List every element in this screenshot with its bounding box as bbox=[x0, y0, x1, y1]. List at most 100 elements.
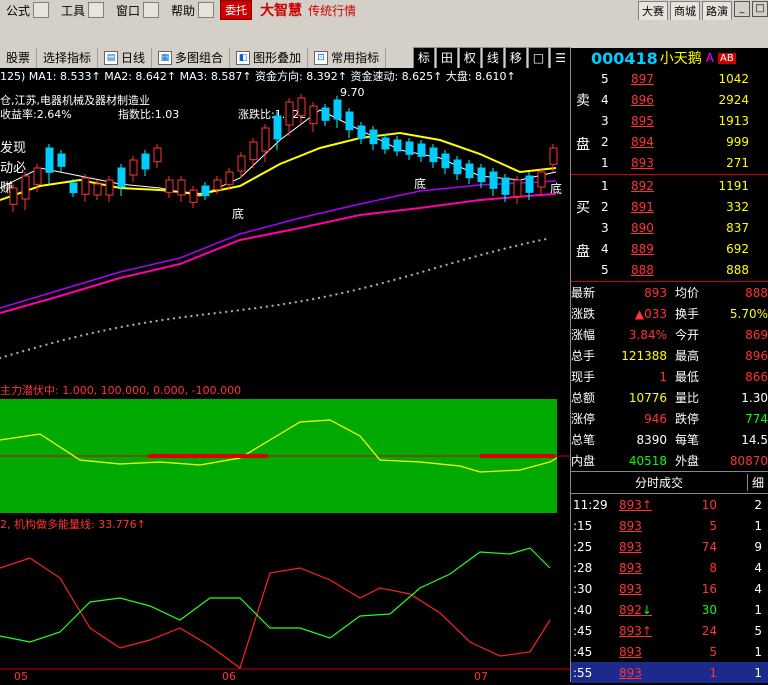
level: 5 bbox=[601, 262, 609, 277]
menu-window[interactable]: 窗口 bbox=[110, 0, 165, 20]
trade-qty: 10 bbox=[701, 497, 717, 512]
buy-row[interactable]: 4 889 692 bbox=[601, 238, 768, 259]
stat-value: 1 bbox=[659, 369, 667, 384]
trade-row[interactable]: :40 892↓ 30 1 bbox=[571, 599, 768, 620]
mall-button[interactable]: 商城 bbox=[670, 1, 700, 21]
buy-row[interactable]: 1 892 1191 bbox=[601, 175, 768, 196]
stat-value: 5.70% bbox=[729, 306, 768, 321]
trade-count: 4 bbox=[754, 560, 762, 575]
sell-row[interactable]: 4 896 2924 bbox=[601, 89, 768, 110]
tb-label: 田 bbox=[440, 51, 453, 65]
trend-dot bbox=[51, 341, 54, 345]
buy-row[interactable]: 2 891 332 bbox=[601, 196, 768, 217]
icon-strip-graphics bbox=[2, 23, 766, 45]
trend-dot bbox=[68, 337, 71, 340]
trend-dot bbox=[428, 268, 431, 272]
candle-body bbox=[513, 179, 522, 197]
stat-key: 涨跌 bbox=[571, 307, 596, 321]
trade-row[interactable]: :45 893↑ 24 5 bbox=[571, 620, 768, 641]
tb-move[interactable]: 移 bbox=[504, 47, 527, 69]
sell-row[interactable]: 3 895 1913 bbox=[601, 110, 768, 131]
trade-row[interactable]: :55 893 1 1 bbox=[571, 662, 768, 683]
trade-count: 1 bbox=[754, 644, 762, 659]
stat-key: 每笔 bbox=[675, 433, 700, 447]
trade-time: 11:29 bbox=[573, 497, 608, 512]
tb-rights[interactable]: 权 bbox=[458, 47, 481, 69]
tb-grid[interactable]: 田 bbox=[435, 47, 458, 69]
tb-mark[interactable]: 标 bbox=[412, 47, 435, 69]
stat-row: 涨停 946 跌停 774 bbox=[571, 408, 768, 429]
tb-line[interactable]: 线 bbox=[481, 47, 504, 69]
trend-dot bbox=[33, 346, 36, 350]
tb-box[interactable]: □ bbox=[527, 47, 550, 69]
kline-chart[interactable]: 125) MA1: 8.533↑ MA2: 8.642↑ MA3: 8.587↑… bbox=[0, 68, 570, 683]
tb-stock[interactable]: 股票 bbox=[0, 48, 38, 68]
trend-dot bbox=[201, 313, 205, 316]
sell-row[interactable]: 2 894 999 bbox=[601, 131, 768, 152]
candle-body bbox=[21, 175, 30, 200]
price: 891 bbox=[631, 199, 654, 214]
buy-row[interactable]: 5 888 888 bbox=[601, 259, 768, 280]
trend-dot bbox=[277, 303, 280, 307]
trade-count: 2 bbox=[754, 497, 762, 512]
trades-detail-tab[interactable]: 细 bbox=[747, 474, 768, 491]
menu-icon bbox=[198, 2, 215, 18]
menu-help[interactable]: 帮助 bbox=[165, 0, 220, 20]
stat-key: 总手 bbox=[571, 349, 596, 363]
stat-key: 量比 bbox=[675, 391, 700, 405]
trend-dot bbox=[393, 278, 396, 282]
stat-key: 涨幅 bbox=[571, 328, 596, 342]
tb-menu[interactable]: ☰ bbox=[550, 47, 571, 69]
commission-button[interactable]: 委托 bbox=[220, 0, 253, 20]
trend-dot bbox=[236, 309, 239, 312]
tb-overlay[interactable]: ◧ 图形叠加 bbox=[230, 48, 309, 68]
trade-row[interactable]: :15 893 5 1 bbox=[571, 515, 768, 536]
chart-panel[interactable]: 125) MA1: 8.533↑ MA2: 8.642↑ MA3: 8.587↑… bbox=[0, 68, 571, 683]
indicator2-green bbox=[0, 547, 551, 643]
stat-key: 外盘 bbox=[675, 454, 700, 468]
trend-dot bbox=[56, 340, 60, 343]
tb-daily[interactable]: ▤ 日线 bbox=[98, 48, 153, 68]
trend-dot bbox=[91, 331, 95, 335]
trade-row[interactable]: 11:29 893↑ 10 2 bbox=[571, 494, 768, 515]
tb-label: 移 bbox=[509, 51, 522, 65]
trade-row[interactable]: :25 893 74 9 bbox=[571, 536, 768, 557]
trend-dot bbox=[457, 260, 460, 263]
trade-row[interactable]: :45 893 5 1 bbox=[571, 641, 768, 662]
trend-dot bbox=[410, 273, 413, 277]
grid-icon: ▦ bbox=[158, 51, 173, 65]
price: 893 bbox=[631, 155, 654, 170]
trade-qty: 74 bbox=[701, 539, 717, 554]
trend-dot bbox=[22, 350, 25, 353]
trend-dot bbox=[352, 289, 355, 292]
trade-row[interactable]: :30 893 16 4 bbox=[571, 578, 768, 599]
calendar-icon: ▤ bbox=[104, 51, 119, 65]
candle-body bbox=[237, 155, 246, 172]
trend-dot bbox=[486, 252, 489, 255]
trend-dot bbox=[283, 302, 286, 306]
restore-icon[interactable]: □ bbox=[752, 1, 768, 17]
trades-list: 11:29 893↑ 10 2:15 893 5 1:25 893 74 9:2… bbox=[571, 494, 768, 683]
sell-row[interactable]: 5 897 1042 bbox=[601, 68, 768, 89]
tb-select-indicator[interactable]: 选择指标 bbox=[37, 48, 99, 68]
tb-multi-chart[interactable]: ▦ 多图组合 bbox=[152, 48, 231, 68]
trend-dot bbox=[370, 284, 373, 288]
sell-row[interactable]: 1 893 271 bbox=[601, 152, 768, 173]
indicator1-label: 主力潜伏中: 1.000, 100.000, 0.000, -100.000 bbox=[0, 383, 241, 397]
candle-body bbox=[129, 159, 138, 176]
menu-formula[interactable]: 公式 bbox=[0, 0, 55, 20]
candle-body bbox=[501, 177, 510, 195]
icon-strip bbox=[0, 20, 768, 49]
tb-common-indicator[interactable]: ⊡ 常用指标 bbox=[308, 48, 387, 68]
roadshow-button[interactable]: 路演 bbox=[702, 1, 732, 21]
minimize-icon[interactable]: _ bbox=[734, 1, 750, 17]
trade-row[interactable]: :28 893 8 4 bbox=[571, 557, 768, 578]
stat-value: 946 bbox=[644, 411, 667, 426]
menu-tools[interactable]: 工具 bbox=[55, 0, 110, 20]
buy-row[interactable]: 3 890 837 bbox=[601, 217, 768, 238]
contest-button[interactable]: 大赛 bbox=[638, 1, 668, 21]
stat-value: 1.30 bbox=[741, 390, 768, 405]
stat-value: 893 bbox=[644, 285, 667, 300]
candle-body bbox=[537, 171, 546, 188]
stat-row: 内盘 40518 外盘 80870 bbox=[571, 450, 768, 471]
